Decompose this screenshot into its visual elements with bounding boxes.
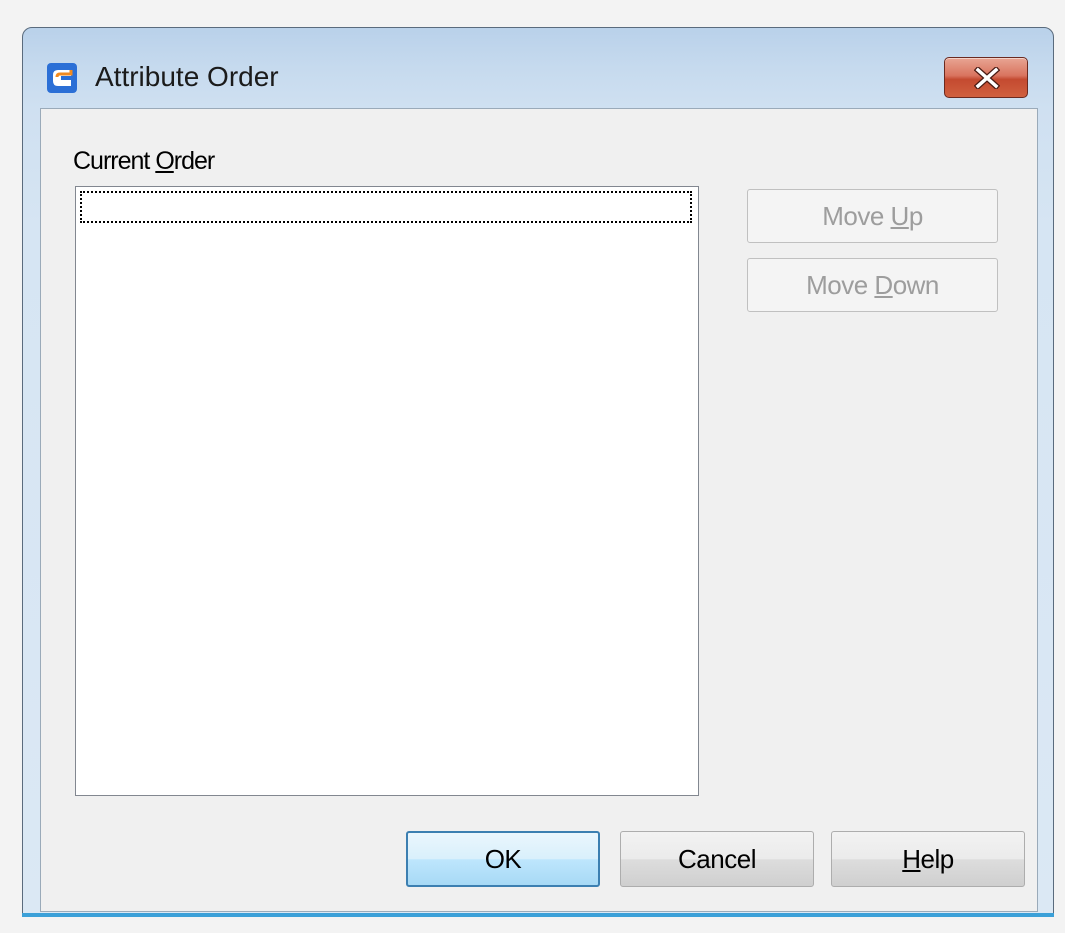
dialog-title: Attribute Order <box>95 61 279 92</box>
attribute-order-dialog: Attribute Order Current Order Move Up Mo… <box>22 27 1054 917</box>
move-up-button[interactable]: Move Up <box>747 189 998 243</box>
list-focus-rectangle <box>80 191 692 223</box>
dialog-client-area: Current Order Move Up Move Down OK Cance… <box>40 108 1038 912</box>
ok-button[interactable]: OK <box>406 831 600 887</box>
help-button[interactable]: Help <box>831 831 1025 887</box>
current-order-listbox[interactable] <box>75 186 699 796</box>
move-down-button[interactable]: Move Down <box>747 258 998 312</box>
current-order-label: Current Order <box>73 147 215 175</box>
close-icon <box>974 67 1000 89</box>
app-logo-icon <box>47 63 77 93</box>
title-bar[interactable]: Attribute Order <box>23 28 1053 108</box>
close-button[interactable] <box>944 57 1028 98</box>
window-bottom-border <box>22 913 1054 917</box>
cancel-button[interactable]: Cancel <box>620 831 814 887</box>
